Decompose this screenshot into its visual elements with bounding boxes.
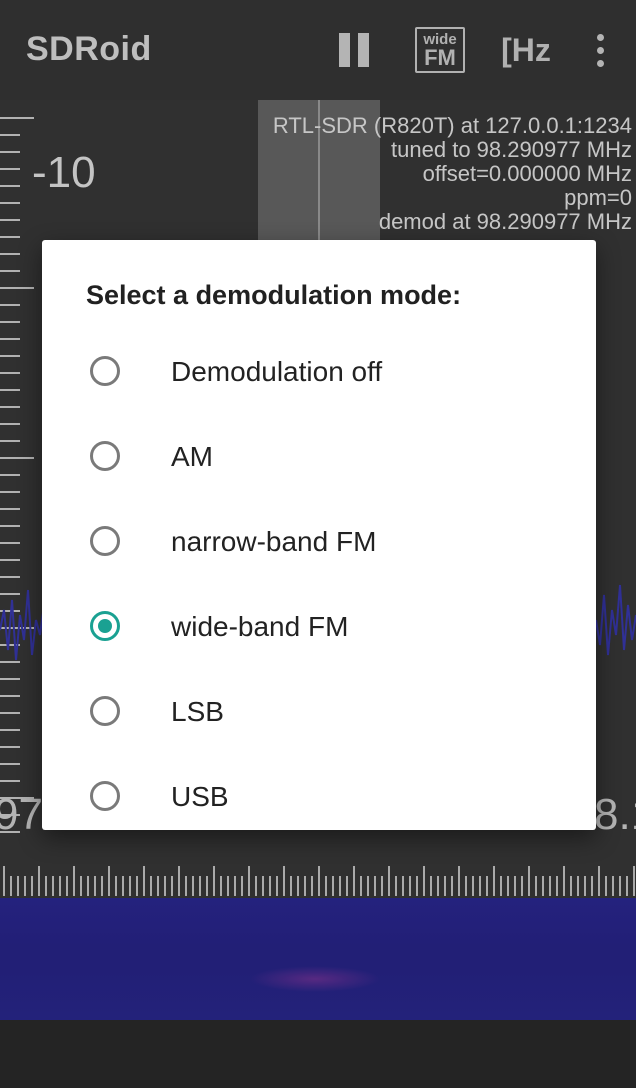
- radio-button[interactable]: [90, 781, 120, 811]
- option-wide-band-fm[interactable]: wide-band FM: [42, 585, 596, 670]
- radio-button[interactable]: [90, 611, 120, 641]
- radio-button[interactable]: [90, 696, 120, 726]
- option-lsb[interactable]: LSB: [42, 670, 596, 755]
- option-am[interactable]: AM: [42, 415, 596, 500]
- option-label: narrow-band FM: [171, 526, 377, 557]
- option-label: AM: [171, 441, 213, 472]
- option-demodulation-off[interactable]: Demodulation off: [42, 330, 596, 415]
- option-label: LSB: [171, 696, 224, 727]
- demodulation-options: Demodulation off AM narrow-band FM wide-…: [42, 330, 596, 840]
- option-label: Demodulation off: [171, 356, 383, 387]
- option-label: wide-band FM: [171, 611, 349, 642]
- option-label: USB: [171, 781, 229, 812]
- dialog-title: Select a demodulation mode:: [86, 280, 462, 310]
- option-narrow-band-fm[interactable]: narrow-band FM: [42, 500, 596, 585]
- radio-button[interactable]: [90, 526, 120, 556]
- radio-button[interactable]: [90, 356, 120, 386]
- radio-button[interactable]: [90, 441, 120, 471]
- option-usb[interactable]: USB: [42, 755, 596, 840]
- demodulation-dialog: Select a demodulation mode: Demodulation…: [42, 240, 596, 830]
